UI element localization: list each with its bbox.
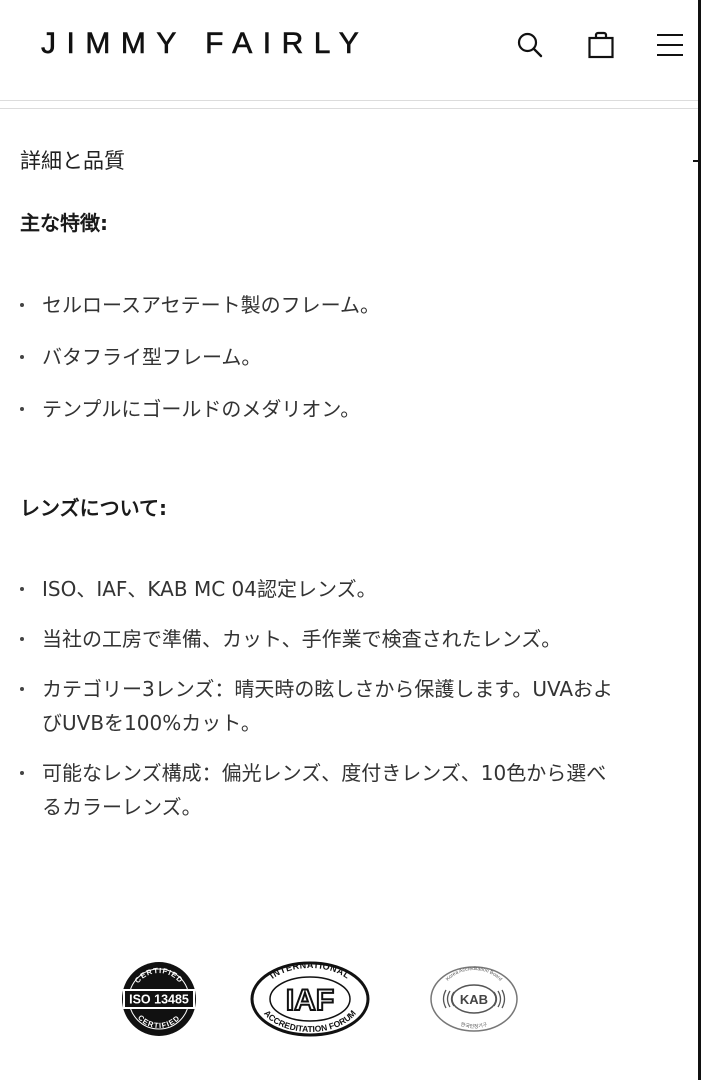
brand-logo[interactable]: JIMMY FAIRLY: [41, 27, 369, 61]
feature-text: テンプルにゴールドのメダリオン。: [42, 397, 361, 421]
kab-center-text: KAB: [460, 992, 488, 1007]
list-item: 当社の工房で準備、カット、手作業で検査されたレンズ。: [20, 622, 620, 656]
menu-button[interactable]: [653, 28, 687, 62]
search-icon: [517, 32, 543, 58]
site-header: JIMMY FAIRLY: [0, 0, 698, 90]
lenses-heading: レンズについて:: [20, 496, 167, 520]
iaf-center-text: IAF: [286, 984, 334, 1017]
list-item: 可能なレンズ構成：偏光レンズ、度付きレンズ、10色から選べるカラーレンズ。: [20, 756, 620, 824]
cart-button[interactable]: [584, 28, 618, 62]
lenses-list: ISO、IAF、KAB MC 04認定レンズ。 当社の工房で準備、カット、手作業…: [20, 572, 620, 840]
lens-text: 可能なレンズ構成：偏光レンズ、度付きレンズ、10色から選べるカラーレンズ。: [42, 761, 607, 819]
certification-logos: CERTIFIED ISO 13485 CERTIFIED INTERNATIO…: [0, 955, 640, 1045]
lens-text: ISO、IAF、KAB MC 04認定レンズ。: [42, 577, 377, 601]
header-divider: [0, 100, 698, 101]
kab-accreditation-logo: Korea Accreditation Board KAB 한국인정기구: [430, 966, 518, 1032]
bullet-dot: [20, 303, 24, 307]
bullet-dot: [20, 407, 24, 411]
feature-text: バタフライ型フレーム。: [42, 345, 262, 369]
section-divider: [0, 108, 698, 109]
iaf-accreditation-logo: INTERNATIONAL IAF ACCREDITATION FORUM: [250, 960, 370, 1037]
bullet-dot: [20, 687, 24, 691]
iso-certification-logo: CERTIFIED ISO 13485 CERTIFIED: [122, 962, 196, 1036]
list-item: カテゴリー3レンズ：晴天時の眩しさから保護します。UVAおよびUVBを100%カ…: [20, 672, 620, 740]
iso-center-text: ISO 13485: [129, 993, 189, 1007]
list-item: セルロースアセテート製のフレーム。: [20, 288, 620, 322]
details-section-title[interactable]: 詳細と品質: [20, 145, 125, 175]
hamburger-menu-icon: [657, 34, 683, 56]
search-button[interactable]: [513, 28, 547, 62]
list-item: ISO、IAF、KAB MC 04認定レンズ。: [20, 572, 620, 606]
lens-text: カテゴリー3レンズ：晴天時の眩しさから保護します。UVAおよびUVBを100%カ…: [42, 677, 614, 735]
shopping-bag-icon: [588, 31, 614, 59]
features-heading: 主な特徴:: [20, 211, 108, 235]
bullet-dot: [20, 637, 24, 641]
features-list: セルロースアセテート製のフレーム。 バタフライ型フレーム。 テンプルにゴールドの…: [20, 288, 620, 444]
bullet-dot: [20, 771, 24, 775]
feature-text: セルロースアセテート製のフレーム。: [42, 293, 380, 317]
list-item: バタフライ型フレーム。: [20, 340, 620, 374]
collapse-toggle-icon[interactable]: [693, 160, 699, 162]
list-item: テンプルにゴールドのメダリオン。: [20, 392, 620, 426]
lens-text: 当社の工房で準備、カット、手作業で検査されたレンズ。: [42, 627, 562, 651]
bullet-dot: [20, 587, 24, 591]
bullet-dot: [20, 355, 24, 359]
